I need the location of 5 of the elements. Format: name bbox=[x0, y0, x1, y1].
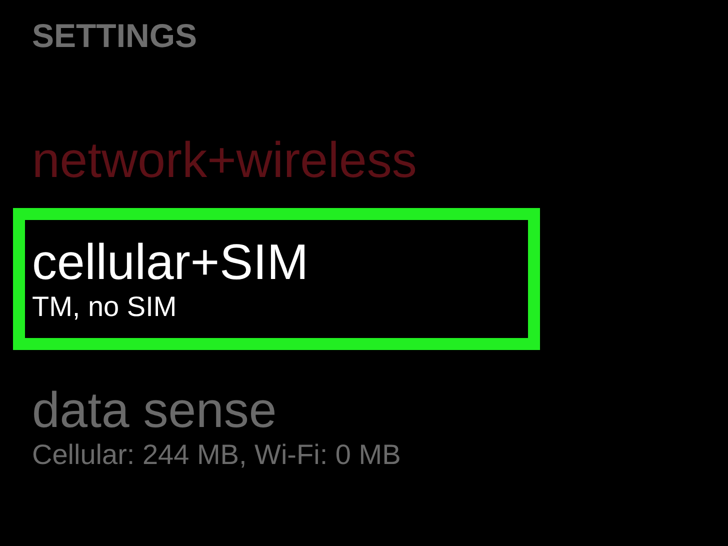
item-subtitle: TM, no SIM bbox=[32, 290, 177, 324]
item-title[interactable]: cellular+SIM bbox=[32, 232, 308, 292]
item-subtitle: Cellular: 244 MB, Wi-Fi: 0 MB bbox=[32, 438, 401, 472]
page-title: SETTINGS bbox=[32, 16, 198, 56]
item-title[interactable]: data sense bbox=[32, 380, 277, 440]
